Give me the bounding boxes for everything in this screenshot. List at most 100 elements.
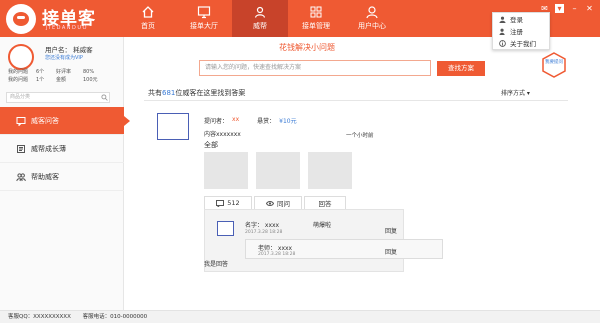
sidebar-item-help[interactable]: 帮助威客	[0, 163, 124, 191]
question-all-link[interactable]: 全部	[204, 140, 218, 150]
menu-item-label: 注册	[510, 28, 523, 36]
nav-item-label: 威帮	[253, 22, 267, 30]
reply-panel: 名字： xxxx 萌爆啦 2017.3.28 18:28 回复 老师： xxxx…	[204, 209, 443, 272]
search-icon[interactable]	[101, 94, 108, 101]
answer-count: 共有681位威客在这里找到答案	[148, 88, 245, 98]
sidebar-item-qa[interactable]: 威客问答	[0, 107, 130, 135]
stat-key: 金额	[56, 77, 67, 83]
nav-item-label: 首页	[141, 22, 155, 30]
user-icon	[499, 16, 506, 23]
menu-item-about[interactable]: 关于我们	[493, 37, 549, 49]
nav-item-user-center[interactable]: 用户中心	[344, 0, 400, 37]
stat-value: 100元	[83, 77, 98, 83]
count-suffix: 位威客在这里找到答案	[175, 89, 246, 97]
tab-label: 同问	[277, 200, 290, 208]
logo-subtitle: JIEDANDUO	[46, 25, 88, 31]
minimize-icon[interactable]: –	[570, 4, 579, 13]
ask-question-label: 我要提问	[545, 58, 563, 65]
asker-label: 提问者：	[204, 118, 229, 125]
app-window: 接单客 JIEDANDUO 首页 接单大厅 威帮 接单管理 用户中心 ✉ ▾ –…	[0, 0, 600, 323]
menu-item-register[interactable]: 注册	[493, 25, 549, 37]
stat-key: 好评率	[56, 69, 72, 75]
divider	[144, 100, 568, 101]
question-image[interactable]	[204, 152, 248, 189]
question-search-input[interactable]: 请输入您的问题，快速查找解决方案	[199, 60, 431, 76]
eye-icon	[266, 200, 274, 206]
reply-date: 2017.3.28 18:28	[245, 230, 283, 235]
sort-dropdown[interactable]: 排序方式 ▾	[501, 88, 530, 97]
stat-value: 6个	[36, 69, 45, 75]
grid-icon	[310, 6, 322, 18]
close-icon[interactable]: ✕	[585, 4, 594, 13]
stat-key: 我的问题	[8, 77, 29, 83]
user-add-icon	[499, 28, 505, 35]
search-button[interactable]: 查找方案	[437, 61, 485, 76]
question-image[interactable]	[256, 152, 300, 189]
sidebar: 用户名： 耗威客 您还没有成为VIP 我的问题 6个 好评率 80% 我的问题 …	[0, 37, 130, 310]
asker-value: xx	[232, 116, 240, 123]
question-time: 一个小时前	[346, 133, 374, 139]
category-search-input[interactable]: 商品分类	[6, 92, 110, 103]
username-label: 用户名：	[45, 46, 71, 54]
username-value: 耗威客	[73, 46, 93, 54]
book-icon	[17, 144, 25, 153]
nav-item-home[interactable]: 首页	[120, 0, 176, 37]
nav-item-label: 接单大厅	[190, 22, 218, 30]
monitor-icon	[197, 6, 211, 19]
nav-item-order-manage[interactable]: 接单管理	[288, 0, 344, 37]
question-content: 内容xxxxxxx	[204, 131, 241, 138]
question-meta: 提问者： xx 悬赏： ¥10元	[204, 116, 297, 125]
info-icon	[499, 39, 506, 47]
support-phone: 客服电话：010-0000000	[82, 314, 148, 320]
tab-comments[interactable]: 512	[204, 196, 252, 209]
qa-icon	[16, 116, 26, 126]
username: 用户名： 耗威客	[45, 44, 93, 54]
stat-row: 我的问题 6个 好评率 80%	[8, 68, 120, 76]
stat-value: 80%	[83, 69, 95, 75]
banner-title: 花钱解决小问题	[279, 43, 335, 52]
reply-button[interactable]: 回复	[385, 226, 397, 235]
answer-tabs: 512 同问 回答	[204, 196, 348, 209]
sidebar-item-label: 威帮成长薄	[31, 144, 66, 153]
logo[interactable]: 接单客 JIEDANDUO	[6, 3, 136, 35]
reply-name: 名字： xxxx	[245, 222, 280, 229]
nav-item-order-hall[interactable]: 接单大厅	[176, 0, 232, 37]
reply-nickname: 萌爆啦	[313, 222, 332, 229]
menu-dropdown-icon[interactable]: ▾	[555, 4, 564, 13]
nav-item-weibang[interactable]: 威帮	[232, 0, 288, 37]
ask-question-button[interactable]: 我要提问	[542, 52, 566, 78]
reward-value: ¥10元	[279, 118, 297, 125]
tab-same-question[interactable]: 同问	[254, 196, 302, 209]
menu-item-label: 关于我们	[510, 40, 536, 48]
main-content: 花钱解决小问题 请输入您的问题，快速查找解决方案 查找方案 我要提问 共有681…	[124, 37, 600, 310]
sidebar-item-growth[interactable]: 威帮成长薄	[0, 135, 124, 163]
sub-reply: 老师： xxxx 2017.3.28 18:28 回复	[245, 239, 443, 259]
status-bar: 客服QQ：XXXXXXXXXX 客服电话：010-0000000	[0, 310, 600, 323]
home-icon	[142, 6, 154, 18]
support-qq: 客服QQ：XXXXXXXXXX	[8, 314, 71, 320]
sub-reply-button[interactable]: 回复	[385, 247, 397, 256]
sub-reply-name: 老师： xxxx	[258, 245, 293, 252]
sidebar-item-label: 威客问答	[31, 116, 59, 125]
stat-key: 我的问题	[8, 69, 29, 75]
menu-item-login[interactable]: 登录	[493, 13, 549, 25]
reply-avatar[interactable]	[217, 221, 234, 236]
user-stats: 我的问题 6个 好评率 80% 我的问题 1个 金额 100元	[8, 68, 120, 84]
reward-label: 悬赏：	[257, 118, 276, 125]
tab-label: 512	[227, 199, 240, 207]
question-image[interactable]	[308, 152, 352, 189]
avatar[interactable]	[8, 44, 34, 70]
sidebar-item-label: 帮助威客	[31, 172, 59, 181]
help-users-icon	[16, 172, 26, 181]
team-icon	[254, 6, 266, 18]
tab-answer[interactable]: 回答	[304, 196, 346, 209]
count-prefix: 共有	[148, 89, 162, 97]
asker-avatar[interactable]	[157, 113, 189, 140]
logo-mascot-icon	[6, 4, 36, 34]
side-nav: 威客问答 威帮成长薄 帮助威客	[0, 107, 130, 191]
vip-link[interactable]: 您还没有成为VIP	[45, 54, 83, 61]
main-nav: 首页 接单大厅 威帮 接单管理 用户中心	[120, 0, 400, 37]
user-icon	[366, 6, 378, 19]
count-number: 681	[162, 89, 176, 97]
menu-item-label: 登录	[510, 16, 523, 24]
